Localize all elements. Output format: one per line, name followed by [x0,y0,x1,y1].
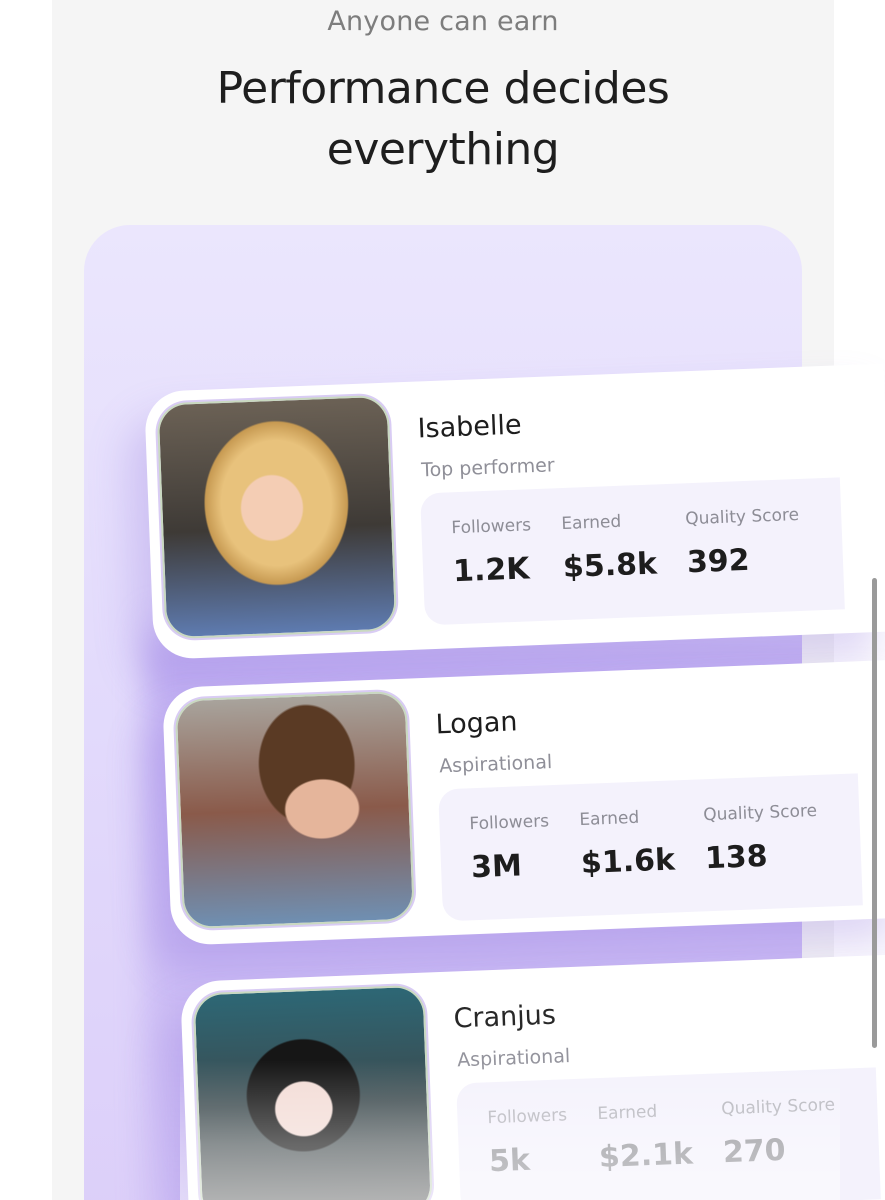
stat-label: Earned [560,511,622,535]
stat-earned: Earned $2.1k [597,1100,694,1175]
creator-card-cranjus[interactable]: Cranjus Aspirational Followers 5k Earned… [180,953,885,1200]
scrollbar-thumb[interactable] [872,578,877,1048]
stat-label: Quality Score [684,504,800,530]
page-title-line-2: everything [326,124,560,175]
creator-stats-panel: Followers 5k Earned $2.1k Quality Score … [456,1067,881,1200]
creator-name: Logan [435,706,519,741]
stat-value: $2.1k [598,1136,694,1176]
page-title: Performance decides everything [52,58,834,180]
stat-label: Quality Score [702,800,818,826]
creator-photo [176,692,414,928]
creator-photo [194,986,432,1200]
stat-earned: Earned $5.8k [561,510,658,585]
stat-value: 1.2K [452,551,531,590]
stat-value: 3M [470,848,523,886]
stat-quality-score: Quality Score 138 [703,801,819,876]
stat-followers: Followers 3M [469,811,551,885]
stat-label: Followers [469,811,550,835]
stat-followers: Followers 5k [487,1105,569,1179]
creator-name: Cranjus [453,999,557,1035]
stat-value: 5k [488,1142,531,1180]
stat-label: Followers [451,515,532,539]
creator-name: Isabelle [417,409,523,445]
eyebrow-text: Anyone can earn [327,6,559,37]
creator-card-logan[interactable]: Logan Aspirational Followers 3M Earned $… [162,659,885,946]
creator-role: Aspirational [456,1045,571,1072]
creator-stats-panel: Followers 1.2K Earned $5.8k Quality Scor… [420,477,845,626]
stat-quality-score: Quality Score 270 [721,1095,837,1170]
stat-earned: Earned $1.6k [579,806,676,881]
stat-value: 138 [704,838,769,877]
stat-label: Followers [487,1105,568,1129]
creator-role: Aspirational [438,751,553,778]
stat-label: Earned [578,807,640,831]
page-title-line-1: Performance decides [216,63,670,114]
stat-value: $1.6k [580,842,676,882]
creator-photo [158,396,396,638]
stat-label: Earned [596,1101,658,1125]
stat-followers: Followers 1.2K [451,515,533,589]
stat-value: $5.8k [562,546,658,586]
creator-stats-panel: Followers 3M Earned $1.6k Quality Score … [438,773,863,922]
stat-value: 392 [686,542,751,581]
creator-role: Top performer [420,454,556,482]
creator-card-isabelle[interactable]: Isabelle Top performer Followers 1.2K Ea… [144,363,885,660]
stat-quality-score: Quality Score 392 [685,505,801,580]
stat-value: 270 [722,1132,787,1171]
stat-label: Quality Score [720,1094,836,1120]
